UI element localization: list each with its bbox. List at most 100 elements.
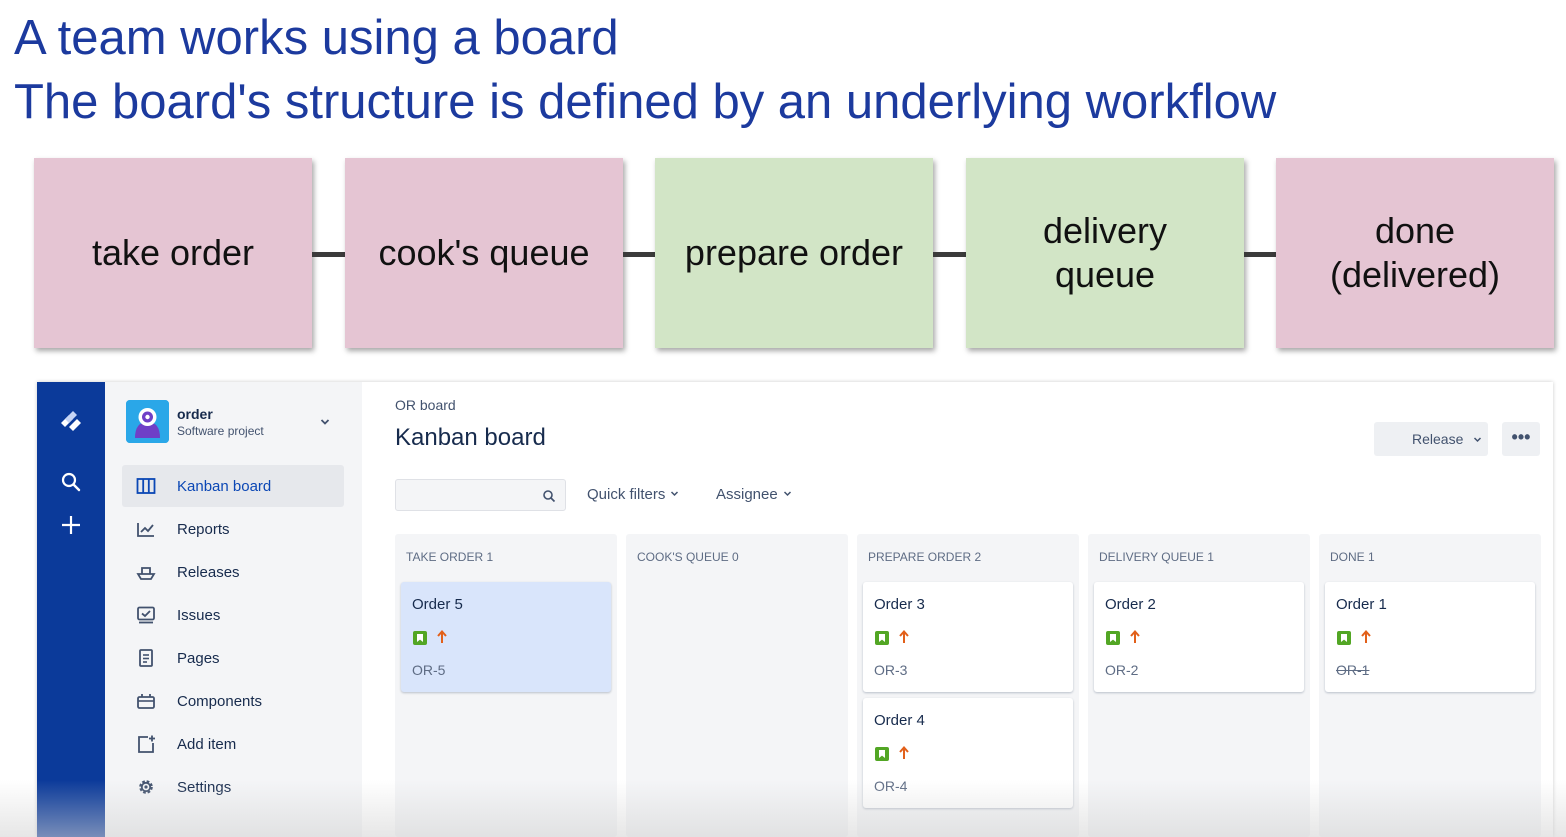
- card-title: Order 2: [1105, 596, 1156, 613]
- sidebar-item-label: Reports: [177, 521, 230, 538]
- sidebar-item-issues[interactable]: Issues: [122, 594, 344, 636]
- workflow-connector: [1244, 252, 1278, 257]
- column-header: DELIVERY QUEUE 1: [1099, 550, 1214, 564]
- story-icon: [1337, 631, 1351, 645]
- workflow-connector: [623, 252, 657, 257]
- more-actions-button[interactable]: •••: [1502, 422, 1540, 456]
- sidebar-item-settings[interactable]: Settings: [122, 766, 344, 808]
- issues-icon: [137, 606, 155, 624]
- search-input[interactable]: [396, 480, 536, 510]
- release-button-label: Release: [1412, 431, 1464, 447]
- issue-card[interactable]: Order 4 OR-4: [863, 698, 1073, 808]
- issue-card[interactable]: Order 5 OR-5: [401, 582, 611, 692]
- workflow-step-take-order: take order: [34, 158, 312, 348]
- story-icon: [875, 747, 889, 761]
- breadcrumb[interactable]: OR board: [395, 397, 456, 413]
- priority-high-icon: [1361, 629, 1371, 643]
- priority-high-icon: [899, 745, 909, 759]
- card-title: Order 5: [412, 596, 463, 613]
- priority-high-icon: [899, 629, 909, 643]
- search-icon[interactable]: [59, 470, 83, 494]
- board-column-cooks-queue: COOK'S QUEUE 0: [626, 534, 848, 837]
- workflow-step-cooks-queue: cook's queue: [345, 158, 623, 348]
- issue-key[interactable]: OR-1: [1336, 662, 1369, 678]
- global-nav: [37, 382, 105, 837]
- card-title: Order 1: [1336, 596, 1387, 613]
- workflow-step-delivery-queue: delivery queue: [966, 158, 1244, 348]
- sidebar-item-label: Components: [177, 693, 263, 710]
- project-avatar-icon: [126, 400, 169, 443]
- chevron-down-icon: [1473, 437, 1482, 443]
- sidebar-item-label: Settings: [177, 779, 232, 796]
- workflow-step-label: delivery queue: [1042, 210, 1168, 295]
- page-title: Kanban board: [395, 424, 546, 451]
- workflow-step-done: done (delivered): [1276, 158, 1554, 348]
- workflow-step-label: done (delivered): [1329, 210, 1501, 295]
- project-avatar[interactable]: [126, 400, 169, 443]
- issue-key[interactable]: OR-4: [874, 778, 907, 794]
- project-sidebar: order Software project Kanban board Repo…: [105, 382, 362, 837]
- story-icon: [875, 631, 889, 645]
- assignee-dropdown[interactable]: Assignee: [716, 486, 792, 503]
- sidebar-item-kanban-board[interactable]: Kanban board: [122, 465, 344, 507]
- components-icon: [137, 694, 155, 709]
- slide-heading-line-2: The board's structure is defined by an u…: [14, 75, 1277, 129]
- card-title: Order 4: [874, 712, 925, 729]
- board-content: OR board Kanban board Release ••• Quick …: [362, 382, 1553, 837]
- board-search[interactable]: [395, 479, 566, 511]
- sidebar-item-label: Kanban board: [177, 478, 272, 495]
- pages-icon: [139, 649, 153, 667]
- workflow-step-label: cook's queue: [378, 232, 590, 273]
- board-icon: [136, 478, 156, 494]
- jira-logo-icon[interactable]: [55, 406, 87, 438]
- workflow-connector: [933, 252, 967, 257]
- story-icon: [413, 631, 427, 645]
- workflow-step-prepare-order: prepare order: [655, 158, 933, 348]
- column-header: PREPARE ORDER 2: [868, 550, 982, 564]
- add-item-icon: [138, 735, 155, 753]
- issue-key[interactable]: OR-3: [874, 662, 907, 678]
- workflow-step-label: prepare order: [684, 232, 904, 273]
- workflow-connector: [312, 252, 346, 257]
- issue-card[interactable]: Order 1 OR-1: [1325, 582, 1535, 692]
- create-plus-icon[interactable]: [59, 513, 83, 537]
- settings-icon: [139, 780, 153, 794]
- release-button[interactable]: Release: [1374, 422, 1488, 456]
- column-header: DONE 1: [1330, 550, 1375, 564]
- sidebar-item-releases[interactable]: Releases: [122, 551, 344, 593]
- sidebar-item-label: Add item: [177, 736, 237, 753]
- story-icon: [1106, 631, 1120, 645]
- reports-icon: [137, 523, 154, 537]
- releases-icon: [136, 567, 156, 580]
- chevron-down-icon: [671, 491, 679, 497]
- assignee-label: Assignee: [716, 486, 778, 503]
- issue-card[interactable]: Order 2 OR-2: [1094, 582, 1304, 692]
- sidebar-item-label: Pages: [177, 650, 220, 667]
- board-column-take-order: TAKE ORDER 1 Order 5 OR-5: [395, 534, 617, 837]
- sidebar-item-pages[interactable]: Pages: [122, 637, 344, 679]
- board-column-delivery-queue: DELIVERY QUEUE 1 Order 2 OR-2: [1088, 534, 1310, 837]
- workflow-step-label: take order: [91, 232, 255, 273]
- project-type: Software project: [177, 424, 264, 438]
- priority-high-icon: [1130, 629, 1140, 643]
- sidebar-item-reports[interactable]: Reports: [122, 508, 344, 550]
- slide-heading-line-1: A team works using a board: [14, 11, 619, 65]
- chevron-down-icon[interactable]: [319, 416, 331, 428]
- search-icon[interactable]: [542, 489, 556, 503]
- sidebar-item-label: Releases: [177, 564, 240, 581]
- card-title: Order 3: [874, 596, 925, 613]
- quick-filters-label: Quick filters: [587, 486, 666, 503]
- quick-filters-dropdown[interactable]: Quick filters: [587, 486, 679, 503]
- issue-card[interactable]: Order 3 OR-3: [863, 582, 1073, 692]
- column-header: COOK'S QUEUE 0: [637, 550, 739, 564]
- issue-key[interactable]: OR-2: [1105, 662, 1138, 678]
- sidebar-item-add-item[interactable]: Add item: [122, 723, 344, 765]
- issue-key[interactable]: OR-5: [412, 662, 445, 678]
- jira-app-window: order Software project Kanban board Repo…: [37, 382, 1553, 837]
- board-column-done: DONE 1 Order 1 OR-1: [1319, 534, 1541, 837]
- column-header: TAKE ORDER 1: [406, 550, 494, 564]
- sidebar-item-components[interactable]: Components: [122, 680, 344, 722]
- chevron-down-icon: [783, 491, 791, 497]
- project-name[interactable]: order: [177, 406, 213, 422]
- sidebar-item-label: Issues: [177, 607, 221, 624]
